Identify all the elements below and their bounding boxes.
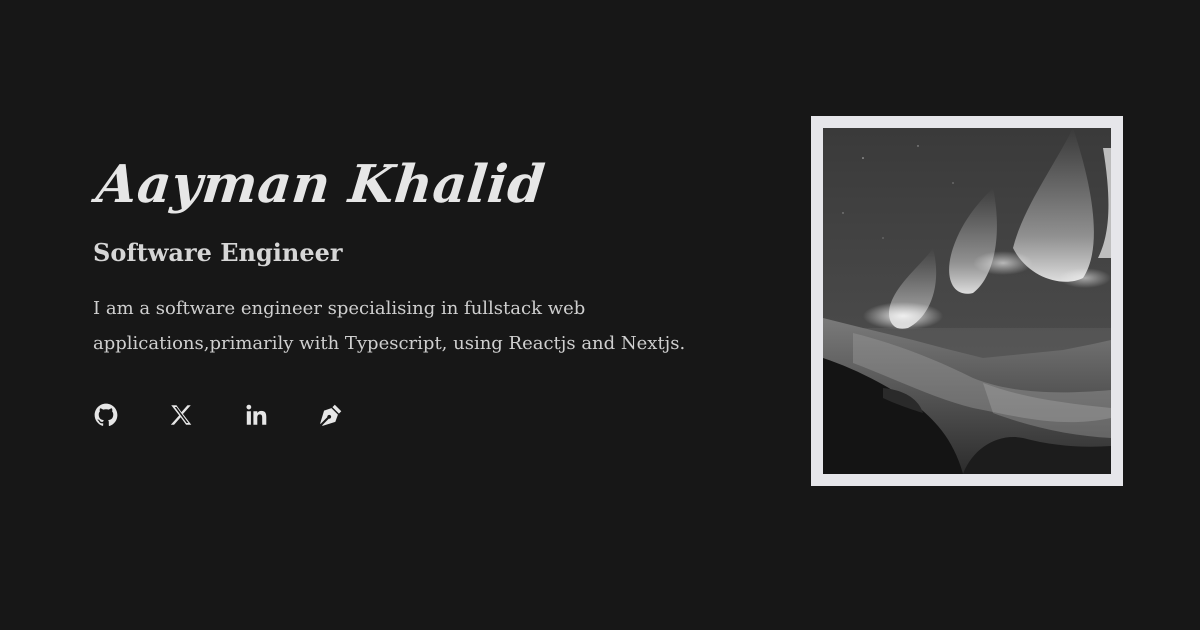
profile-section: Aayman Khalid Software Engineer I am a s…	[93, 150, 773, 426]
linkedin-icon	[246, 404, 267, 425]
github-icon	[94, 403, 118, 426]
profile-photo-frame	[811, 116, 1123, 486]
github-link[interactable]	[93, 402, 119, 428]
x-link[interactable]	[168, 402, 194, 428]
blog-link[interactable]	[318, 402, 344, 428]
pen-nib-icon	[320, 404, 342, 426]
social-links	[93, 402, 393, 428]
profile-name: Aayman Khalid	[93, 154, 548, 215]
profile-bio: I am a software engineer specialising in…	[93, 298, 686, 354]
linkedin-link[interactable]	[243, 402, 269, 428]
profile-role: Software Engineer	[93, 238, 343, 267]
profile-photo	[823, 128, 1111, 474]
x-icon	[170, 405, 192, 425]
